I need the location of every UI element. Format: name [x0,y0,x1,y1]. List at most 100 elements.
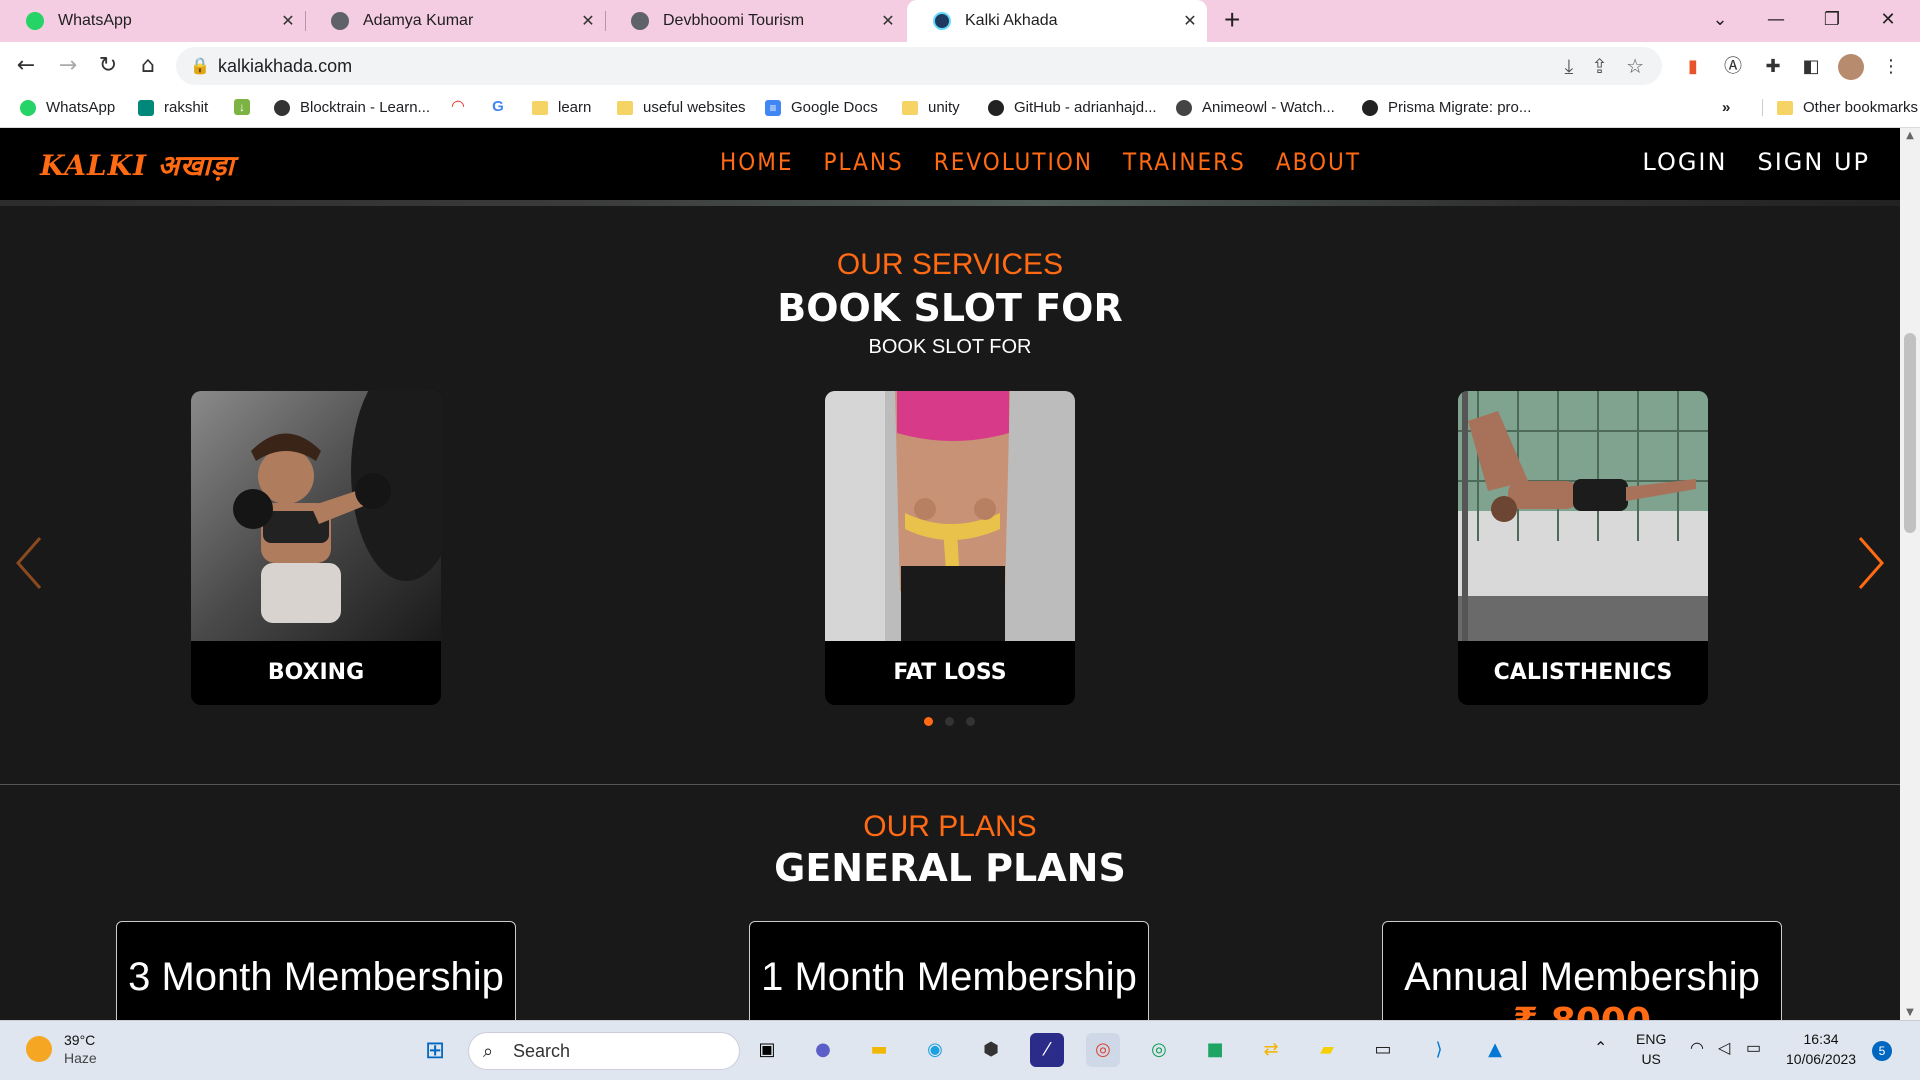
tab-title: Adamya Kumar [363,12,474,29]
nav-plans[interactable]: PLANS [824,148,904,176]
restore-button[interactable]: ❐ [1804,0,1860,42]
bookmark-unity[interactable]: unity [902,99,960,116]
lock-icon: 🔒 [190,56,210,75]
notification-badge[interactable]: 5 [1872,1041,1892,1061]
bookmark-useful-websites[interactable]: useful websites [617,99,746,116]
bookmark-rakshit[interactable]: rakshit [138,99,208,116]
login-link[interactable]: LOGIN [1642,148,1727,176]
close-icon[interactable]: ✕ [271,11,305,31]
carousel-dot[interactable] [966,717,975,726]
weather-widget[interactable]: 39°C Haze [26,1031,97,1067]
minimize-button[interactable]: — [1748,0,1804,42]
signup-link[interactable]: SIGN UP [1757,148,1870,176]
tab-devbhoomi-tourism[interactable]: Devbhoomi Tourism ✕ [605,0,905,42]
other-bookmarks[interactable]: Other bookmarks [1762,99,1918,116]
close-window-button[interactable]: ✕ [1860,0,1916,42]
site-logo[interactable]: KALKI अखाड़ा [40,146,235,184]
bookmark-star-icon[interactable]: ☆ [1626,54,1644,78]
scroll-up-arrow-icon[interactable]: ▲ [1900,130,1920,141]
sidepanel-icon[interactable]: ◧ [1798,54,1824,80]
app-icon[interactable]: ⁄ [1030,1033,1064,1067]
page-viewport: KALKI अखाड़ा HOME PLANS REVOLUTION TRAIN… [0,128,1900,1020]
file-explorer-icon[interactable]: ▬ [862,1033,896,1067]
address-bar[interactable]: 🔒 kalkiakhada.com ⤓ ⇪ ☆ [176,47,1662,85]
page-scrollbar[interactable]: ▲ ▼ [1900,128,1920,1020]
services-subtitle: BOOK SLOT FOR [868,336,1032,358]
bookmark-learn[interactable]: learn [532,99,591,116]
windows-start-icon[interactable]: ⊞ [418,1033,452,1067]
home-icon[interactable]: ⌂ [132,50,164,82]
plan-card-annual[interactable]: Annual Membership ₹ 8000 [1382,921,1782,1020]
chrome-profile-icon[interactable]: ◎ [1142,1033,1176,1067]
language-indicator[interactable]: ENG US [1636,1029,1666,1069]
close-icon[interactable]: ✕ [871,11,905,31]
scrollbar-thumb[interactable] [1904,333,1916,533]
paint-icon[interactable]: ▲ [1478,1033,1512,1067]
carousel-dot[interactable] [945,717,954,726]
puzzle-icon[interactable]: ✚ [1760,54,1786,80]
bookmark-label: unity [928,99,960,116]
temperature-text: 39°C [64,1032,96,1048]
bookmark-speed[interactable]: ◠ [450,99,476,115]
search-placeholder: Search [513,1041,571,1061]
bookmarks-overflow-button[interactable]: » [1722,99,1730,116]
new-tab-button[interactable]: + [1224,4,1240,36]
bookmark-download[interactable]: ↓ [234,99,260,115]
translate-icon[interactable]: Ⓐ [1720,54,1746,80]
bookmark-blocktrain[interactable]: Blocktrain - Learn... [274,99,430,116]
vscode-icon[interactable]: ⟩ [1422,1033,1456,1067]
tray-overflow-chevron-icon[interactable]: ⌃ [1594,1039,1607,1059]
volume-icon[interactable]: ◁ [1718,1039,1730,1059]
forward-arrow-icon[interactable]: → [52,50,84,82]
reload-icon[interactable]: ↻ [92,50,124,82]
tab-kalki-akhada[interactable]: Kalki Akhada ✕ [907,0,1207,42]
share-icon[interactable]: ⇪ [1591,54,1608,78]
teams-chat-icon[interactable]: ● [806,1033,840,1067]
globe-icon [274,99,290,116]
tab-search-icon[interactable]: ⌄ [1692,0,1748,42]
service-card-calisthenics[interactable]: CALISTHENICS [1458,391,1708,705]
nav-trainers[interactable]: TRAINERS [1123,148,1246,176]
close-icon[interactable]: ✕ [1173,11,1207,31]
nav-home[interactable]: HOME [720,148,794,176]
back-arrow-icon[interactable]: ← [10,50,42,82]
bookmark-animeowl[interactable]: Animeowl - Watch... [1176,99,1335,116]
clock[interactable]: 16:34 10/06/2023 [1786,1029,1856,1069]
chrome-icon[interactable]: ◎ [1086,1033,1120,1067]
tab-whatsapp[interactable]: WhatsApp ✕ [0,0,306,42]
terminal-icon[interactable]: ▭ [1366,1033,1400,1067]
bookmark-whatsapp[interactable]: WhatsApp [20,99,115,116]
url-text[interactable]: kalkiakhada.com [218,56,352,77]
service-card-fat-loss[interactable]: FAT LOSS [825,391,1075,705]
wifi-icon[interactable]: ◠ [1690,1039,1704,1059]
menu-dots-icon[interactable]: ⋮ [1878,54,1904,80]
nav-revolution[interactable]: REVOLUTION [934,148,1093,176]
extension-icon[interactable]: ▮ [1680,54,1706,80]
plan-card-1-month[interactable]: 1 Month Membership [749,921,1149,1020]
close-icon[interactable]: ✕ [571,11,605,31]
battery-icon[interactable]: ▭ [1746,1039,1761,1059]
plan-price: ₹ 8000 [1383,1000,1781,1020]
bookmark-google[interactable]: G [490,99,516,115]
arrows-app-icon[interactable]: ⇄ [1254,1033,1288,1067]
tab-adamya-kumar[interactable]: Adamya Kumar ✕ [305,0,606,42]
bookmark-prisma-migrate[interactable]: Prisma Migrate: pro... [1362,99,1531,116]
service-card-boxing[interactable]: BOXING [191,391,441,705]
avatar[interactable] [1838,54,1864,80]
task-view-icon[interactable]: ▣ [750,1033,784,1067]
sticky-notes-icon[interactable]: ▰ [1310,1033,1344,1067]
bookmark-google-docs[interactable]: ≡ Google Docs [765,99,878,116]
carousel-dot[interactable] [924,717,933,726]
nav-about[interactable]: ABOUT [1276,148,1361,176]
scroll-down-arrow-icon[interactable]: ▼ [1900,1007,1920,1018]
carousel-prev-chevron-icon[interactable] [10,533,50,593]
plan-card-3-month[interactable]: 3 Month Membership [116,921,516,1020]
unity-hub-icon[interactable]: ⬢ [974,1033,1008,1067]
taskbar-search-input[interactable]: ⌕ Search [468,1032,740,1070]
folder-icon [902,100,918,115]
messages-icon[interactable]: ■ [1198,1033,1232,1067]
bookmark-github-adrianhajd[interactable]: GitHub - adrianhajd... [988,99,1157,116]
edge-icon[interactable]: ◉ [918,1033,952,1067]
carousel-next-chevron-icon[interactable] [1850,533,1890,593]
install-icon[interactable]: ⤓ [1564,54,1573,78]
